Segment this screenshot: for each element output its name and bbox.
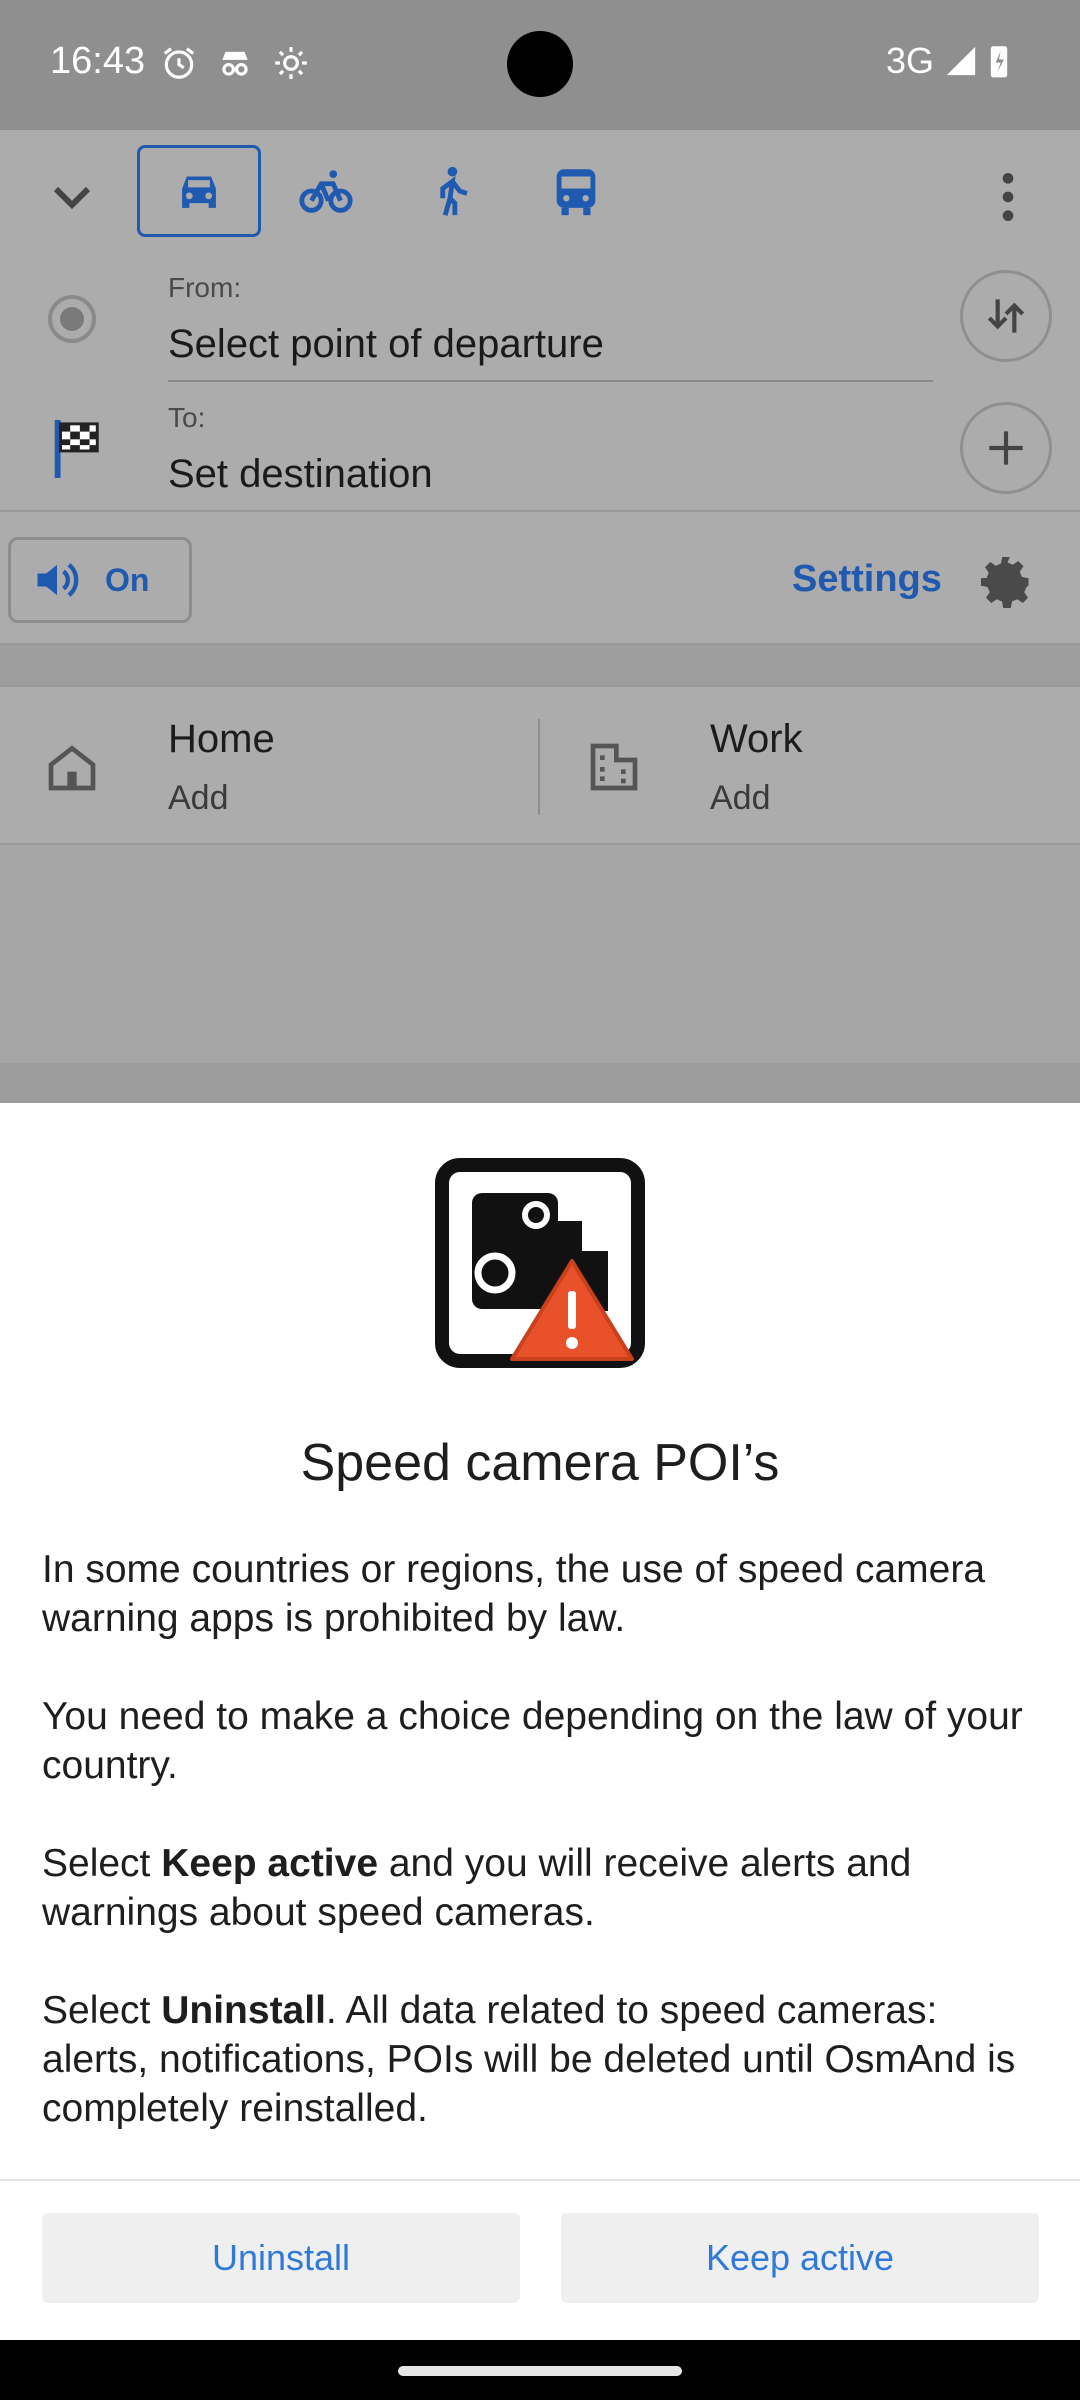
voice-toggle-button[interactable]: On [8,537,192,623]
dialog-divider [0,2179,1080,2181]
gear-icon[interactable] [976,552,1036,612]
keep-active-emphasis: Keep active [161,1842,379,1885]
status-bar: 16:43 3G [0,0,1080,130]
car-icon [182,176,216,208]
sheet-edge [0,1063,1080,1103]
home-icon [48,745,96,791]
swap-vert-icon [987,299,1025,333]
dialog-message: In some countries or regions, the use of… [42,1545,1038,2133]
to-label: To: [168,402,206,433]
volume-icon [37,563,79,597]
panel-shadow [0,645,1080,685]
status-time: 16:43 [50,40,146,82]
mode-bus-button[interactable] [514,145,638,237]
favorite-places: Home Add Work Add [0,685,1080,845]
add-waypoint-button[interactable] [960,402,1052,494]
from-underline [168,380,933,382]
office-building-icon [590,743,638,791]
alarm-icon [163,47,195,79]
work-title[interactable]: Work [710,717,803,762]
speed-camera-warning-icon [435,1158,645,1368]
places-divider [538,719,540,815]
message-paragraph-4: Select Uninstall. All data related to sp… [42,1989,1016,2130]
battery-charging-icon [990,46,1008,78]
bus-icon [556,169,596,216]
home-add-link[interactable]: Add [168,779,229,818]
signal-icon [946,46,976,76]
message-paragraph-2: You need to make a choice depending on t… [42,1695,1023,1787]
departure-radio-icon [48,295,96,343]
more-vert-icon[interactable] [976,165,1040,229]
dimmed-background [0,845,1080,1063]
mode-car-button[interactable] [137,145,261,237]
plus-icon [989,431,1023,465]
keep-active-button[interactable]: Keep active [561,2213,1039,2303]
network-type: 3G [885,40,934,81]
work-add-link[interactable]: Add [710,779,771,818]
checkered-flag-icon [54,420,99,478]
home-gesture-handle[interactable] [398,2366,682,2376]
voice-toggle-label: On [105,561,150,598]
mode-bicycle-button[interactable] [264,145,388,237]
navigation-bar [0,2340,1080,2400]
transport-modes [0,130,1080,260]
to-field[interactable]: Set destination [168,452,433,497]
bicycle-icon [299,170,353,213]
pedestrian-icon [440,166,468,216]
uninstall-emphasis: Uninstall [161,1989,326,2032]
incognito-icon [222,51,248,76]
camera-cutout [507,31,573,97]
speed-camera-dialog: Speed camera POI’s In some countries or … [0,1103,1080,2340]
chevron-down-icon[interactable] [40,165,104,229]
uninstall-button[interactable]: Uninstall [42,2213,520,2303]
message-paragraph-3: Select Keep active and you will receive … [42,1842,912,1934]
dialog-title: Speed camera POI’s [300,1434,780,1492]
panel-divider [0,510,1080,512]
from-field[interactable]: Select point of departure [168,322,604,367]
swap-route-button[interactable] [960,270,1052,362]
route-panel: From: Select point of departure To: Set … [0,130,1080,645]
settings-link[interactable]: Settings [792,558,942,601]
from-label: From: [168,272,242,303]
home-title[interactable]: Home [168,717,275,762]
message-paragraph-1: In some countries or regions, the use of… [42,1548,986,1640]
settings-icon [275,47,307,79]
mode-pedestrian-button[interactable] [388,145,512,237]
